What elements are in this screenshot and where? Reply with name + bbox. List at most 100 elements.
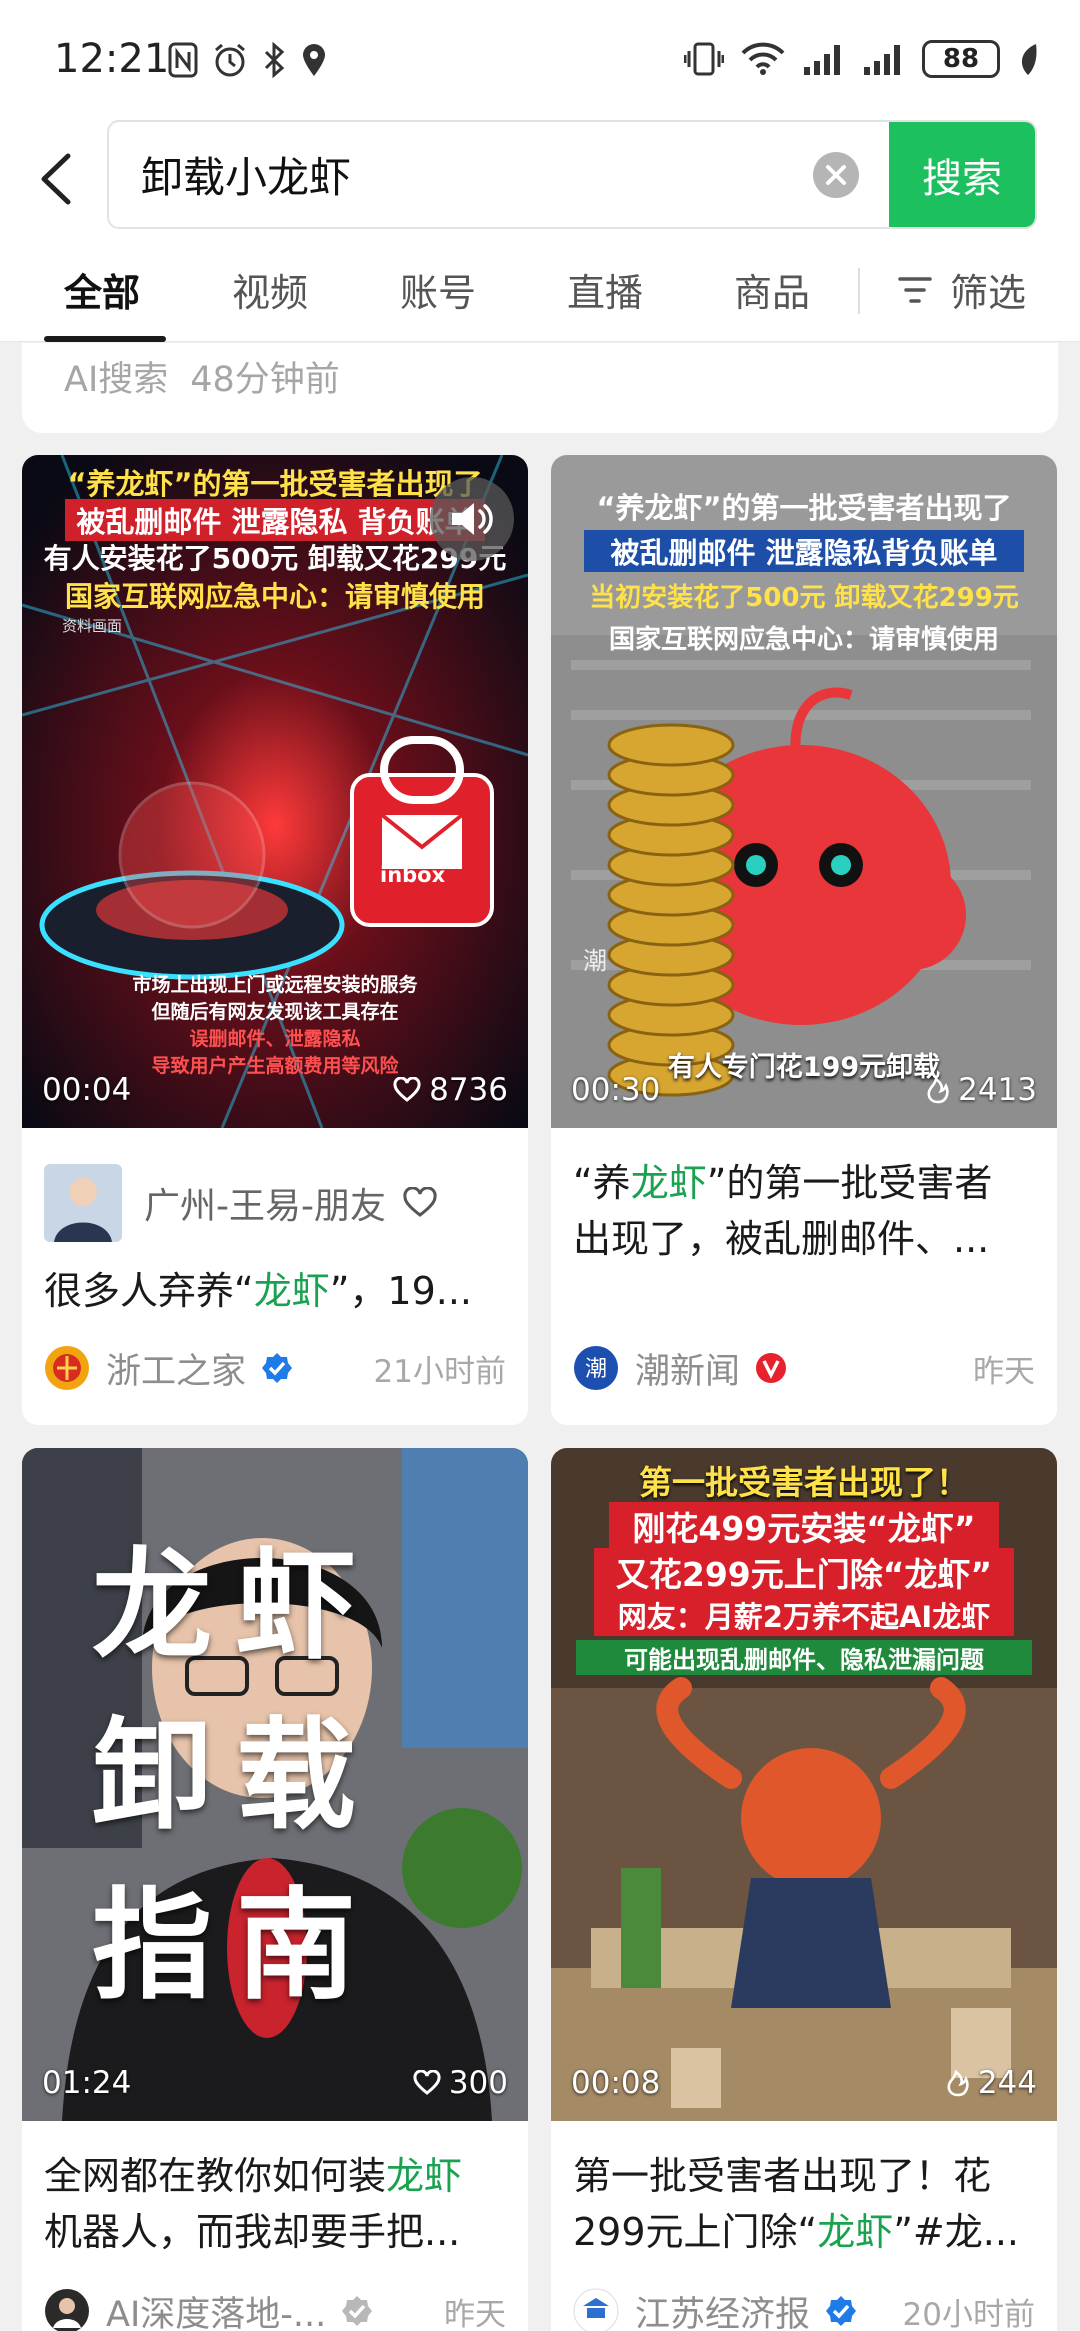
card-title: 第一批受害者出现了！花 299元上门除“龙虾”#龙... (573, 2148, 1035, 2260)
source-name: 江苏经济报 (635, 2294, 811, 2331)
thumb-caption: 卸载 (92, 1707, 380, 1846)
video-card[interactable]: “养龙虾”的第一批受害者出现了 被乱删邮件 泄露隐私 背负账单 有人安装花了50… (22, 455, 528, 1425)
card-title-text: “养 (573, 1161, 631, 1205)
thumb-caption: 可能出现乱删邮件、隐私泄漏问题 (576, 1640, 1032, 1675)
thumb-caption: “养龙虾”的第一批受害者出现了 (596, 491, 1012, 525)
location-icon (303, 44, 325, 76)
thumb-caption: 被乱删邮件 泄露隐私 背负账单 (65, 499, 485, 541)
card-title-text: 很多人弃养“ (44, 1269, 254, 1313)
post-time: 昨天 (444, 2296, 506, 2331)
card-title: 全网都在教你如何装龙虾 机器人，而我却要手把... (44, 2148, 506, 2260)
thumb-caption: 指南 (92, 1877, 380, 2016)
video-duration: 01:24 (42, 2065, 132, 2101)
filter-icon (898, 276, 932, 303)
card-title: “养龙虾”的第一批受害者 出现了，被乱删邮件、... (573, 1155, 1035, 1267)
verified-badge-icon (262, 1353, 293, 1383)
ai-search-card[interactable]: AI搜索 48分钟前 (22, 343, 1058, 433)
thumb-caption: 又花299元上门除“龙虾” (594, 1548, 1014, 1596)
leaf-icon (1021, 44, 1037, 75)
wifi-icon (741, 42, 785, 75)
card-title: 很多人弃养“龙虾”，19... (44, 1263, 506, 1319)
thumb-caption: 刚花499元安装“龙虾” (609, 1502, 999, 1550)
svg-text:潮: 潮 (585, 1357, 607, 1382)
source-name: AI深度落地-... (106, 2294, 327, 2331)
source-avatar: 潮 (574, 1346, 618, 1390)
card-title-text: ”，19... (329, 1269, 472, 1313)
video-card[interactable]: 龙虾 卸载 指南 01:24 300 全网都在教你如何装龙虾 机器人，而我却要手… (22, 1448, 528, 2331)
close-icon (826, 164, 846, 185)
thumb-caption: 国家互联网应急中心：请审慎使用 (64, 580, 485, 613)
status-time: 12:21 (54, 36, 170, 82)
clear-search-button[interactable] (813, 151, 859, 198)
card-title-highlight: 龙虾 (630, 1161, 707, 1205)
thumb-caption: 误删邮件、泄露隐私 (189, 1028, 361, 1050)
nfc-icon (168, 42, 198, 78)
avatar (44, 1164, 122, 1242)
tab-all[interactable]: 全部 (64, 262, 140, 317)
tab-live[interactable]: 直播 (567, 262, 643, 317)
video-thumbnail: 龙虾 卸载 指南 01:24 300 (22, 1448, 528, 2121)
card-title-text: ”#龙... (893, 2210, 1019, 2254)
card-title-text: 机器人，而我却要手把... (44, 2210, 461, 2254)
search-input[interactable] (109, 122, 813, 227)
battery-icon: 88 (922, 40, 1000, 78)
ai-search-time: 48分钟前 (190, 360, 340, 400)
friend-liked-row: 广州-王易-朋友 (44, 1163, 438, 1243)
inbox-label: inbox (380, 863, 446, 887)
card-title-text: ”的第一批受害者 (706, 1161, 993, 1205)
card-title-highlight: 龙虾 (386, 2154, 463, 2198)
hot-count: 244 (977, 2065, 1037, 2101)
friend-name: 广州-王易-朋友 (144, 1186, 386, 1227)
active-tab-indicator (44, 336, 166, 342)
video-card[interactable]: 第一批受害者出现了！ 刚花499元安装“龙虾” 又花299元上门除“龙虾” 网友… (551, 1448, 1057, 2331)
thumb-note: 资料画面 (62, 617, 123, 635)
heart-icon (413, 2070, 441, 2095)
tab-accounts[interactable]: 账号 (400, 262, 476, 317)
video-card[interactable]: “养龙虾”的第一批受害者出现了 被乱删邮件 泄露隐私背负账单 当初安装花了500… (551, 455, 1057, 1425)
video-thumbnail: “养龙虾”的第一批受害者出现了 被乱删邮件 泄露隐私背负账单 当初安装花了500… (551, 455, 1057, 1128)
tab-video[interactable]: 视频 (232, 262, 308, 317)
flame-icon (947, 2069, 969, 2097)
ai-search-label: AI搜索 (64, 360, 169, 400)
video-duration: 00:30 (571, 1072, 661, 1108)
thumb-caption: 第一批受害者出现了！ (639, 1463, 969, 1502)
like-count: 8736 (429, 1072, 508, 1108)
source-name: 浙工之家 (106, 1351, 247, 1392)
back-arrow-icon[interactable] (30, 144, 90, 214)
heart-outline-icon (403, 1187, 437, 1217)
heart-icon (393, 1077, 421, 1102)
tab-bar: 全部 视频 账号 直播 商品 筛选 (0, 236, 1080, 342)
thumb-caption: 市场上出现上门或远程安装的服务 (132, 974, 418, 996)
post-time: 21小时前 (373, 1353, 506, 1390)
post-time: 昨天 (973, 1353, 1035, 1390)
filter-label: 筛选 (950, 271, 1027, 315)
search-box: 搜索 (107, 120, 1037, 229)
card-title-highlight: 龙虾 (253, 1269, 330, 1313)
tab-products[interactable]: 商品 (734, 262, 810, 317)
hot-count: 2413 (958, 1072, 1037, 1108)
video-thumbnail: 第一批受害者出现了！ 刚花499元安装“龙虾” 又花299元上门除“龙虾” 网友… (551, 1448, 1057, 2121)
source-avatar (45, 1346, 89, 1390)
like-count: 300 (448, 2065, 508, 2101)
speaker-icon (452, 503, 493, 535)
signal-icon (804, 45, 840, 75)
card-title-highlight: 龙虾 (817, 2210, 894, 2254)
verified-badge-icon (826, 2296, 857, 2326)
battery-level: 88 (942, 44, 980, 74)
verified-badge-icon (342, 2296, 373, 2326)
thumb-caption: 龙虾 (92, 1537, 380, 1676)
signal-icon (864, 45, 900, 75)
search-button[interactable]: 搜索 (889, 122, 1035, 227)
post-time: 20小时前 (902, 2296, 1035, 2331)
mute-toggle-button[interactable] (430, 477, 514, 561)
filter-button[interactable]: 筛选 (898, 262, 1026, 317)
video-thumbnail: “养龙虾”的第一批受害者出现了 被乱删邮件 泄露隐私 背负账单 有人安装花了50… (22, 455, 528, 1128)
card-title-text: 第一批受害者出现了！花 (573, 2154, 992, 2198)
watermark-logo: 潮 (583, 947, 607, 975)
vibrate-icon (684, 42, 724, 76)
status-bar: 12:21 88 (0, 0, 1080, 120)
search-header: 搜索 (0, 120, 1080, 236)
thumb-caption: 国家互联网应急中心：请审慎使用 (608, 625, 999, 655)
thumb-caption: 当初安装花了500元 卸载又花299元 (589, 583, 1019, 613)
thumb-caption: 网友：月薪2万养不起AI龙虾 (594, 1594, 1014, 1636)
